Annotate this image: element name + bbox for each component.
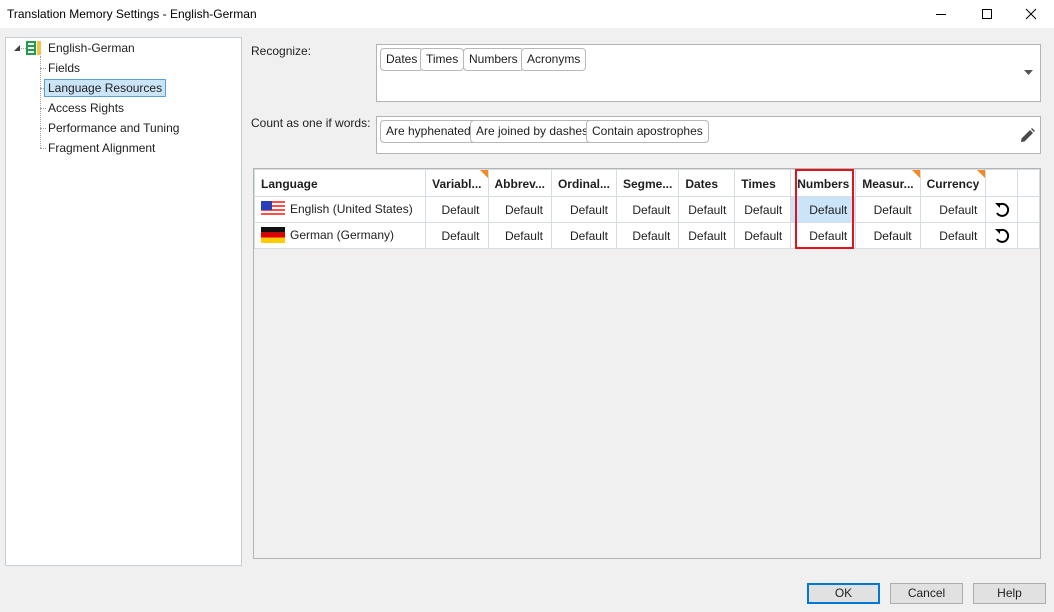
count-token-apostrophes[interactable]: Contain apostrophes: [586, 120, 709, 143]
column-header-reset: [985, 169, 1018, 197]
cell-times[interactable]: Default: [734, 222, 792, 249]
language-cell[interactable]: German (Germany): [253, 222, 427, 249]
maximize-icon: [982, 9, 992, 19]
column-header-variables[interactable]: Variabl...: [425, 169, 489, 197]
tree-item-fields[interactable]: Fields: [44, 59, 84, 77]
grid-header-row: Language Variabl... Abbrev... Ordinal...…: [253, 169, 1041, 197]
cell-segmentation[interactable]: Default: [615, 196, 680, 223]
cell-times[interactable]: Default: [734, 196, 792, 223]
blank-cell: [1016, 196, 1041, 223]
recognize-token-numbers[interactable]: Numbers: [463, 48, 524, 71]
column-header-numbers[interactable]: Numbers: [790, 169, 857, 197]
column-header-abbreviations[interactable]: Abbrev...: [487, 169, 552, 197]
recognize-label: Recognize:: [251, 44, 312, 58]
column-header-dates[interactable]: Dates: [678, 169, 736, 197]
cell-variables[interactable]: Default: [425, 222, 489, 249]
reset-cell[interactable]: [985, 222, 1018, 249]
tree-item-fragment-alignment[interactable]: Fragment Alignment: [44, 139, 159, 157]
cell-ordinal[interactable]: Default: [550, 196, 617, 223]
close-button[interactable]: [1008, 0, 1054, 28]
maximize-button[interactable]: [964, 0, 1010, 28]
ok-button[interactable]: OK: [807, 583, 880, 604]
tree-root-english-german[interactable]: English-German: [44, 39, 139, 57]
column-header-segmentation[interactable]: Segme...: [615, 169, 680, 197]
window-title: Translation Memory Settings - English-Ge…: [7, 7, 257, 21]
column-header-blank: [1016, 169, 1041, 197]
column-header-language[interactable]: Language: [253, 169, 427, 197]
title-bar: Translation Memory Settings - English-Ge…: [0, 0, 1054, 28]
close-icon: [1025, 8, 1037, 20]
expand-collapse-icon[interactable]: [14, 45, 21, 52]
count-token-joined-by-dashes[interactable]: Are joined by dashes: [470, 120, 595, 143]
modified-marker-icon: [977, 170, 985, 178]
translation-memory-icon: [26, 41, 41, 55]
cell-currency[interactable]: Default: [919, 196, 987, 223]
table-row[interactable]: German (Germany) Default Default Default…: [253, 222, 1041, 249]
cell-abbreviations[interactable]: Default: [487, 222, 552, 249]
tree-item-language-resources[interactable]: Language Resources: [44, 79, 167, 97]
tree-item-access-rights[interactable]: Access Rights: [44, 99, 128, 117]
language-resources-grid: Language Variabl... Abbrev... Ordinal...…: [253, 169, 1041, 249]
blank-cell: [1016, 222, 1041, 249]
count-token-hyphenated[interactable]: Are hyphenated: [380, 120, 477, 143]
reset-icon[interactable]: [994, 202, 1010, 218]
reset-icon[interactable]: [994, 228, 1010, 244]
cell-ordinal[interactable]: Default: [550, 222, 617, 249]
table-row[interactable]: English (United States) Default Default …: [253, 196, 1041, 223]
column-header-measurements[interactable]: Measur...: [855, 169, 921, 197]
cell-measurements[interactable]: Default: [855, 196, 921, 223]
language-resources-grid-panel: Language Variabl... Abbrev... Ordinal...…: [253, 168, 1041, 559]
cell-currency[interactable]: Default: [919, 222, 987, 249]
column-header-ordinal[interactable]: Ordinal...: [550, 169, 617, 197]
caret-down-icon[interactable]: [1024, 70, 1033, 75]
cell-numbers[interactable]: Default: [790, 196, 857, 223]
settings-tree[interactable]: English-German Fields Language Resources…: [5, 37, 242, 566]
column-header-currency[interactable]: Currency: [919, 169, 987, 197]
minimize-button[interactable]: [918, 0, 964, 28]
count-as-one-label: Count as one if words:: [251, 116, 371, 130]
pencil-icon[interactable]: [1020, 128, 1035, 143]
language-cell[interactable]: English (United States): [253, 196, 427, 223]
recognize-token-dates[interactable]: Dates: [380, 48, 424, 71]
modified-marker-icon: [911, 170, 920, 178]
minimize-icon: [936, 14, 946, 15]
recognize-token-times[interactable]: Times: [420, 48, 465, 71]
cell-segmentation[interactable]: Default: [615, 222, 680, 249]
modified-marker-icon: [479, 170, 487, 178]
recognize-token-acronyms[interactable]: Acronyms: [521, 48, 587, 71]
reset-cell[interactable]: [985, 196, 1018, 223]
count-as-one-token-box[interactable]: Are hyphenated Are joined by dashes Cont…: [376, 116, 1041, 154]
recognize-token-box[interactable]: Dates Times Numbers Acronyms: [376, 44, 1041, 102]
cell-variables[interactable]: Default: [425, 196, 489, 223]
cell-dates[interactable]: Default: [678, 222, 736, 249]
de-flag-icon: [261, 226, 285, 243]
tree-item-performance-and-tuning[interactable]: Performance and Tuning: [44, 119, 183, 137]
help-button[interactable]: Help: [973, 583, 1046, 604]
us-flag-icon: [261, 200, 285, 217]
column-header-times[interactable]: Times: [734, 169, 792, 197]
cell-abbreviations[interactable]: Default: [487, 196, 552, 223]
tree-connector: [40, 56, 41, 148]
cancel-button[interactable]: Cancel: [890, 583, 963, 604]
cell-numbers[interactable]: Default: [790, 222, 857, 249]
cell-measurements[interactable]: Default: [855, 222, 921, 249]
cell-dates[interactable]: Default: [678, 196, 736, 223]
